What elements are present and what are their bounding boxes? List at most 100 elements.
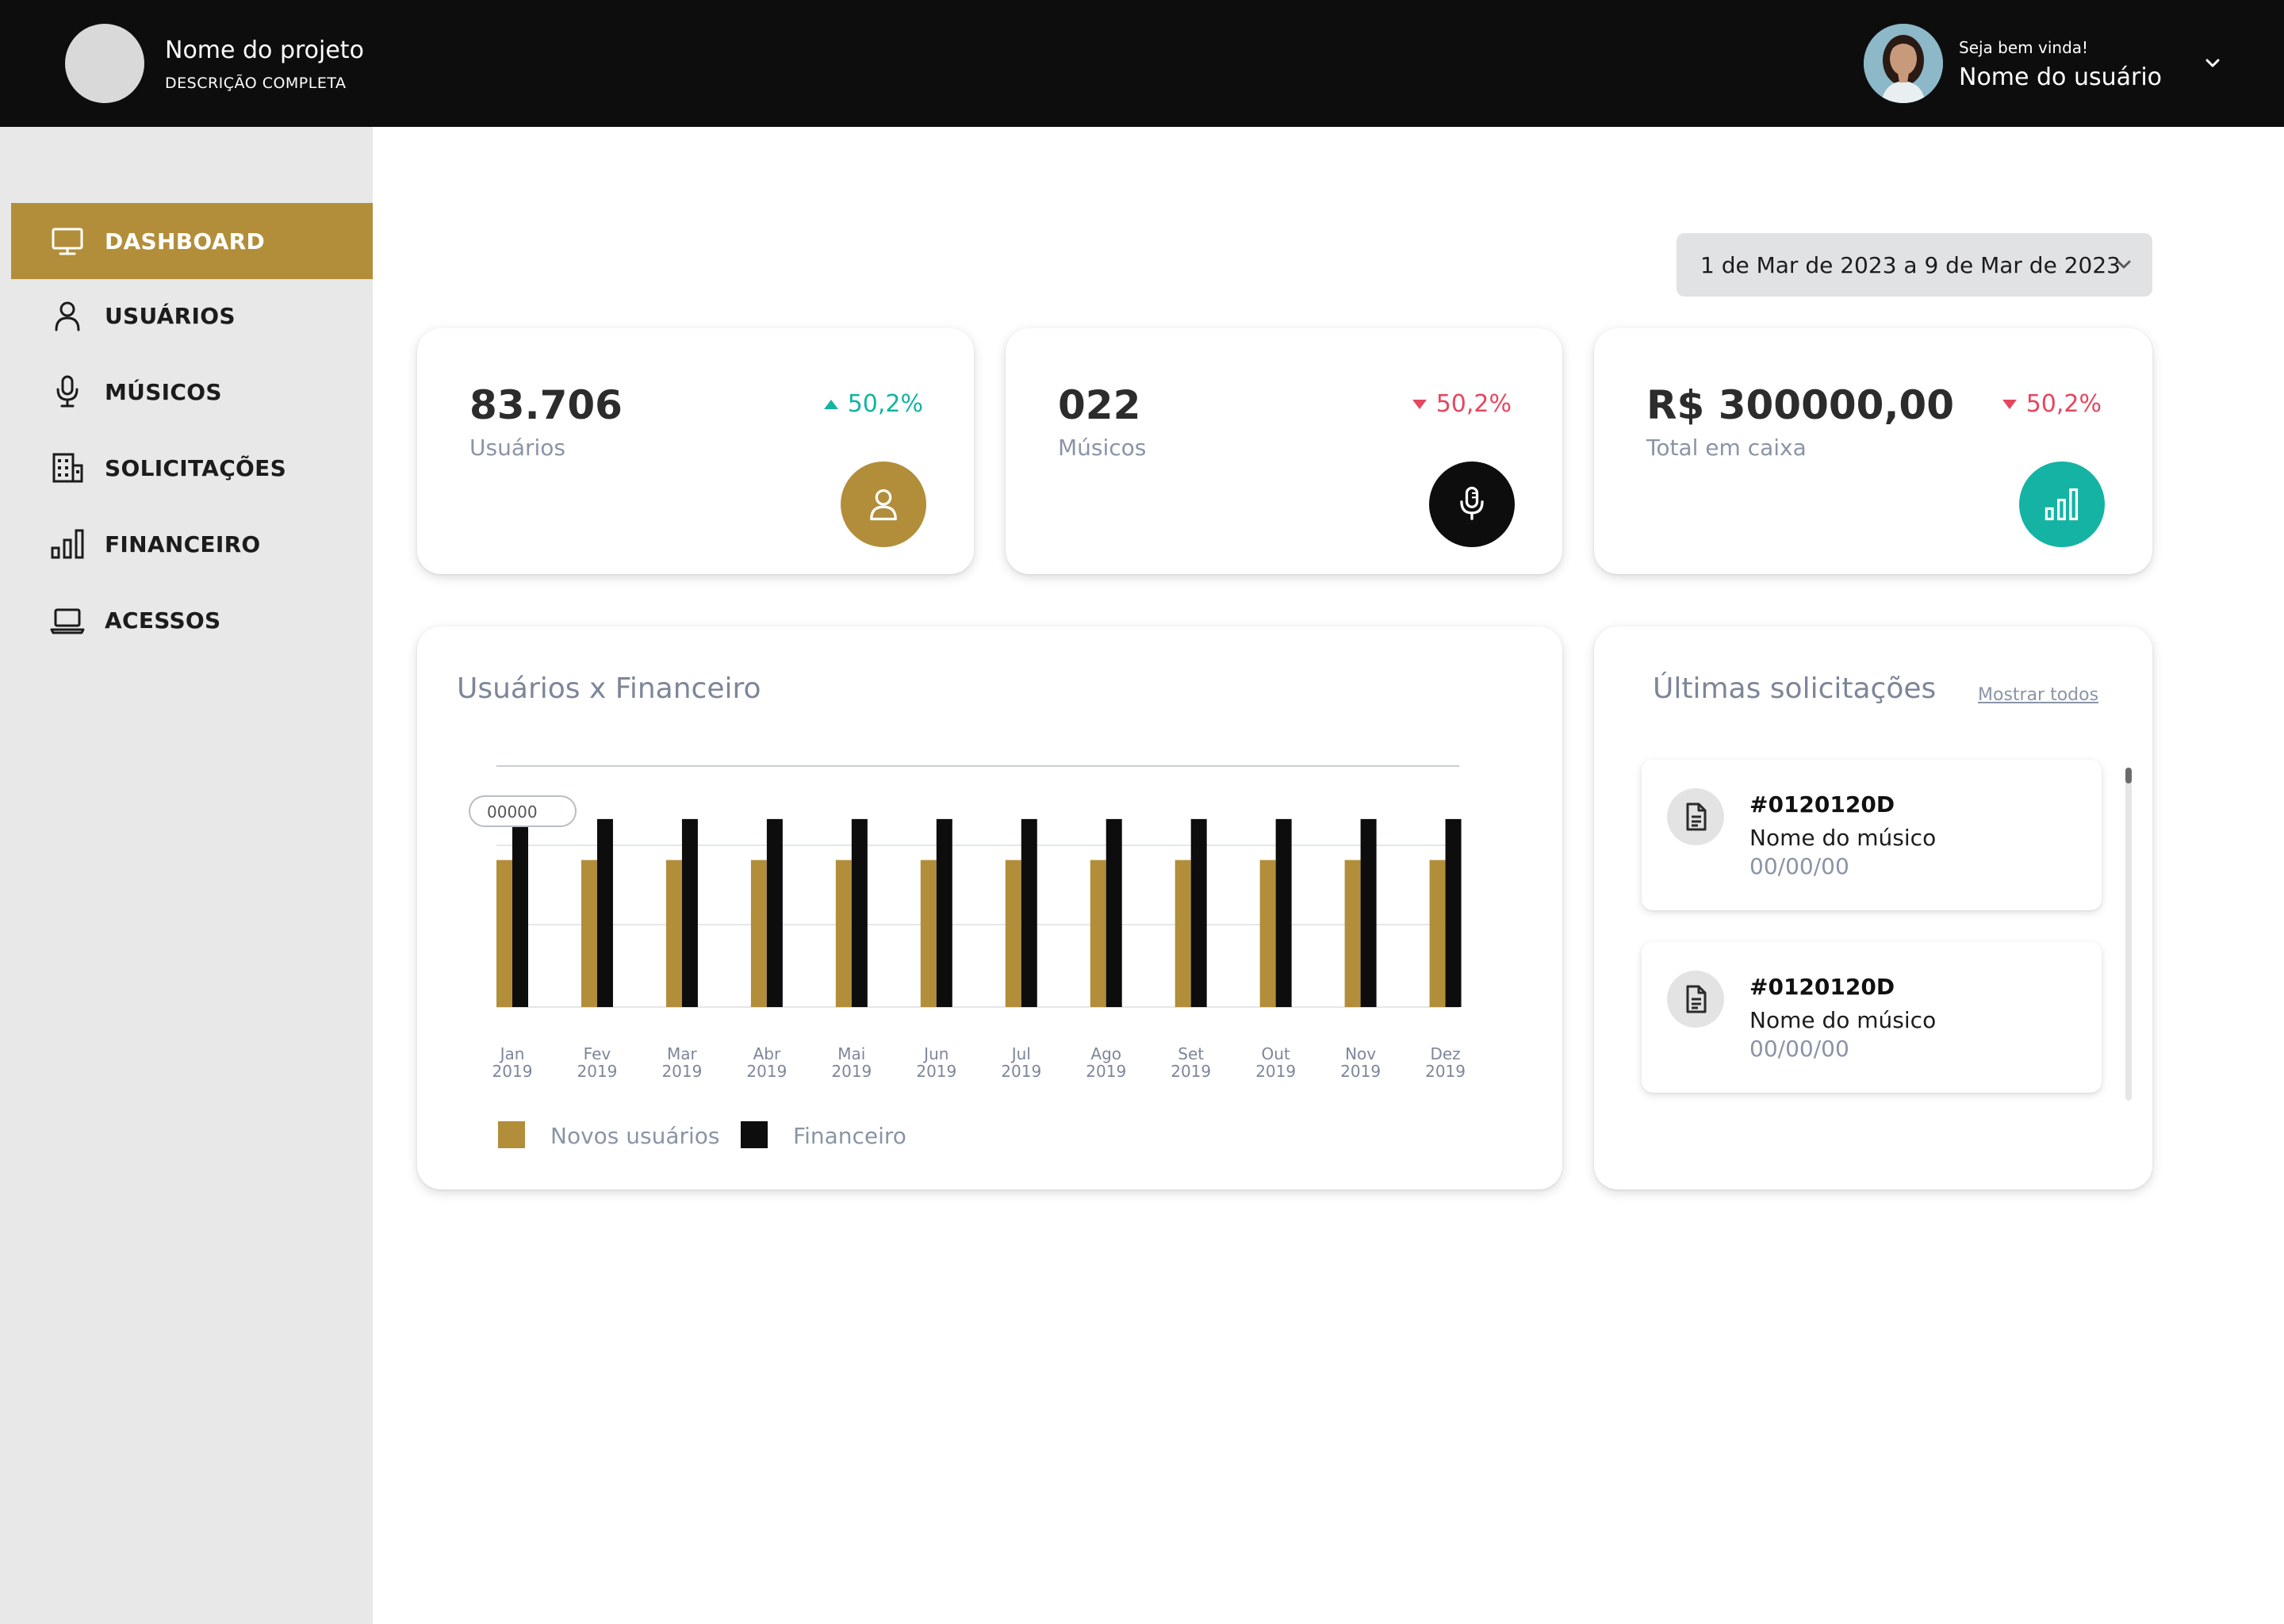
request-item[interactable]: #0120120D Nome do músico 00/00/00 (1642, 760, 2102, 910)
stat-change: 50,2% (2002, 390, 2102, 418)
stat-value: 022 (1058, 382, 1141, 428)
sidebar-item-usuarios[interactable]: USUÁRIOS (11, 278, 373, 354)
bar-financeiro (936, 818, 952, 1007)
sidebar-item-label: SOLICITAÇÕES (105, 454, 287, 481)
sidebar: DASHBOARD USUÁRIOS MÚSICOS SOLICITAÇÕES (0, 127, 373, 1624)
bar-financeiro (596, 818, 613, 1007)
x-tick-label: Abr (753, 1044, 781, 1063)
stat-icon-badge (841, 462, 926, 547)
x-tick-label: 2019 (746, 1062, 787, 1081)
trend-down-icon (1412, 399, 1427, 409)
x-tick-label: Mai (837, 1044, 865, 1063)
project-logo (65, 24, 144, 103)
sidebar-item-dashboard[interactable]: DASHBOARD (11, 203, 373, 279)
stat-label: Músicos (1058, 435, 1147, 461)
stat-change-value: 50,2% (1435, 390, 1512, 418)
x-tick-label: 2019 (1255, 1062, 1296, 1081)
welcome-text: Seja bem vinda! (1959, 38, 2089, 57)
trend-down-icon (2002, 399, 2017, 409)
requests-title: Últimas solicitações (1653, 672, 1937, 705)
sidebar-item-financeiro[interactable]: FINANCEIRO (11, 506, 373, 582)
project-description: DESCRIÇÃO COMPLETA (165, 75, 347, 92)
scrollbar[interactable] (2125, 768, 2132, 1101)
document-icon (1667, 971, 1724, 1028)
legend-label: Novos usuários (550, 1123, 720, 1149)
bar-financeiro (851, 818, 868, 1007)
request-id: #0120120D (1749, 791, 1895, 818)
stat-card-usuarios: 83.706 Usuários 50,2% (417, 328, 974, 574)
stat-card-musicos: 022 Músicos 50,2% (1006, 328, 1562, 574)
bar-financeiro (1190, 818, 1207, 1007)
x-tick-label: Jul (1010, 1044, 1031, 1063)
scrollbar-thumb[interactable] (2125, 768, 2132, 783)
x-tick-label: Mar (667, 1044, 698, 1063)
building-icon (52, 453, 83, 483)
request-date: 00/00/00 (1749, 853, 1849, 879)
bar-novos-usuarios (1429, 860, 1446, 1007)
x-tick-label: Set (1178, 1044, 1204, 1063)
bar-novos-usuarios (496, 860, 512, 1007)
project-name: Nome do projeto (165, 36, 364, 64)
document-icon (1667, 788, 1724, 845)
sidebar-item-label: MÚSICOS (105, 378, 222, 405)
sidebar-item-label: FINANCEIRO (105, 530, 261, 557)
x-tick-label: Dez (1430, 1044, 1460, 1063)
bar-financeiro (1445, 818, 1462, 1007)
user-icon (870, 488, 897, 521)
stat-change-value: 50,2% (847, 390, 923, 418)
x-tick-label: Fev (584, 1044, 611, 1063)
sidebar-item-musicos[interactable]: MÚSICOS (11, 354, 373, 430)
bar-novos-usuarios (581, 860, 597, 1007)
sidebar-item-solicitacoes[interactable]: SOLICITAÇÕES (11, 430, 373, 506)
bar-financeiro (512, 818, 528, 1007)
x-tick-label: Jan (499, 1044, 525, 1063)
user-icon (55, 301, 80, 331)
stat-label: Total em caixa (1646, 435, 1807, 461)
request-item[interactable]: #0120120D Nome do músico 00/00/00 (1642, 942, 2102, 1093)
request-name: Nome do músico (1749, 825, 1937, 851)
x-tick-label: 2019 (1086, 1062, 1126, 1081)
bar-novos-usuarios (835, 860, 852, 1007)
x-tick-label: 2019 (1340, 1062, 1381, 1081)
avatar[interactable] (1864, 24, 1943, 103)
stat-change-value: 50,2% (2025, 390, 2102, 418)
microphone-icon (56, 375, 79, 408)
show-all-link[interactable]: Mostrar todos (1978, 685, 2098, 705)
x-tick-label: 2019 (1171, 1062, 1211, 1081)
trend-up-icon (823, 399, 838, 409)
chevron-down-icon[interactable] (2200, 51, 2225, 76)
stat-label: Usuários (469, 435, 565, 461)
user-photo-icon (1864, 24, 1943, 103)
x-tick-label: Jun (922, 1044, 948, 1063)
stat-card-caixa: R$ 300000,00 Total em caixa 50,2% (1594, 328, 2152, 574)
x-tick-label: 2019 (492, 1062, 533, 1081)
top-bar: Nome do projeto DESCRIÇÃO COMPLETA Seja … (0, 0, 2284, 127)
request-name: Nome do músico (1749, 1007, 1937, 1033)
tooltip-value: 00000 (487, 802, 538, 822)
stat-icon-badge (1429, 462, 1515, 547)
microphone-icon (1460, 486, 1484, 520)
bar-financeiro (766, 818, 783, 1007)
date-range-value: 1 de Mar de 2023 a 9 de Mar de 2023 (1700, 251, 2121, 278)
bar-chart: Jan2019Fev2019Mar2019Abr2019Mai2019Jun20… (469, 765, 1466, 1149)
x-tick-label: Ago (1090, 1044, 1121, 1063)
sidebar-item-label: ACESSOS (105, 607, 221, 634)
x-tick-label: Out (1262, 1044, 1290, 1063)
bar-financeiro (1360, 818, 1377, 1007)
bar-novos-usuarios (750, 860, 767, 1007)
user-name[interactable]: Nome do usuário (1959, 63, 2162, 91)
chevron-down-icon (2117, 260, 2131, 269)
stat-change: 50,2% (1412, 390, 1512, 418)
sidebar-item-label: DASHBOARD (105, 228, 266, 255)
x-tick-label: 2019 (661, 1062, 702, 1081)
bar-novos-usuarios (920, 860, 937, 1007)
bar-novos-usuarios (1005, 860, 1021, 1007)
x-tick-label: 2019 (577, 1062, 618, 1081)
bar-financeiro (1106, 818, 1122, 1007)
sidebar-item-acessos[interactable]: ACESSOS (11, 582, 373, 658)
request-id: #0120120D (1749, 974, 1895, 1000)
stat-change: 50,2% (823, 390, 923, 418)
date-range-select[interactable]: 1 de Mar de 2023 a 9 de Mar de 2023 (1677, 233, 2152, 297)
x-tick-label: Nov (1345, 1044, 1376, 1063)
requests-card: Últimas solicitações Mostrar todos #0120… (1594, 626, 2152, 1189)
